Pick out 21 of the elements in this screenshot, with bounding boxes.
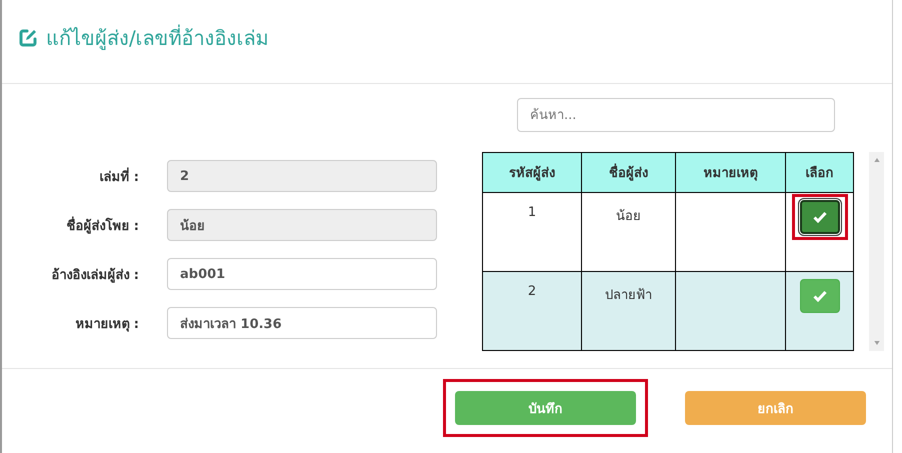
column-header: ชื่อผู้ส่ง bbox=[582, 152, 676, 192]
scroll-down-icon[interactable] bbox=[874, 341, 880, 345]
column-header: หมายเหตุ bbox=[676, 152, 786, 192]
field-label: หมายเหตุ : bbox=[74, 316, 139, 334]
input-field[interactable]: ab001 bbox=[167, 258, 437, 290]
table-cell: 2 bbox=[482, 272, 582, 350]
check-icon bbox=[812, 290, 826, 302]
check-icon bbox=[812, 211, 826, 223]
field-label: ชื่อผู้ส่งโพย : bbox=[65, 216, 139, 236]
dialog-title: แก้ไขผู้ส่ง/เลขที่อ้างอิงเล่ม bbox=[46, 24, 269, 52]
column-header: เลือก bbox=[786, 152, 854, 192]
edit-icon bbox=[18, 28, 38, 48]
table-cell: ปลายฟ้า bbox=[582, 272, 676, 350]
scroll-up-icon[interactable] bbox=[874, 158, 880, 162]
input-field[interactable]: ส่งมาเวลา 10.36 bbox=[167, 307, 437, 339]
select-button[interactable] bbox=[800, 200, 840, 234]
field-label: อ้างอิงเล่มผู้ส่ง : bbox=[50, 266, 139, 284]
field-label: เล่มที่ : bbox=[98, 166, 139, 186]
search-field[interactable]: ค้นหา... bbox=[517, 98, 835, 132]
scrollbar[interactable] bbox=[869, 152, 884, 351]
column-header: รหัสผู้ส่ง bbox=[482, 152, 582, 192]
